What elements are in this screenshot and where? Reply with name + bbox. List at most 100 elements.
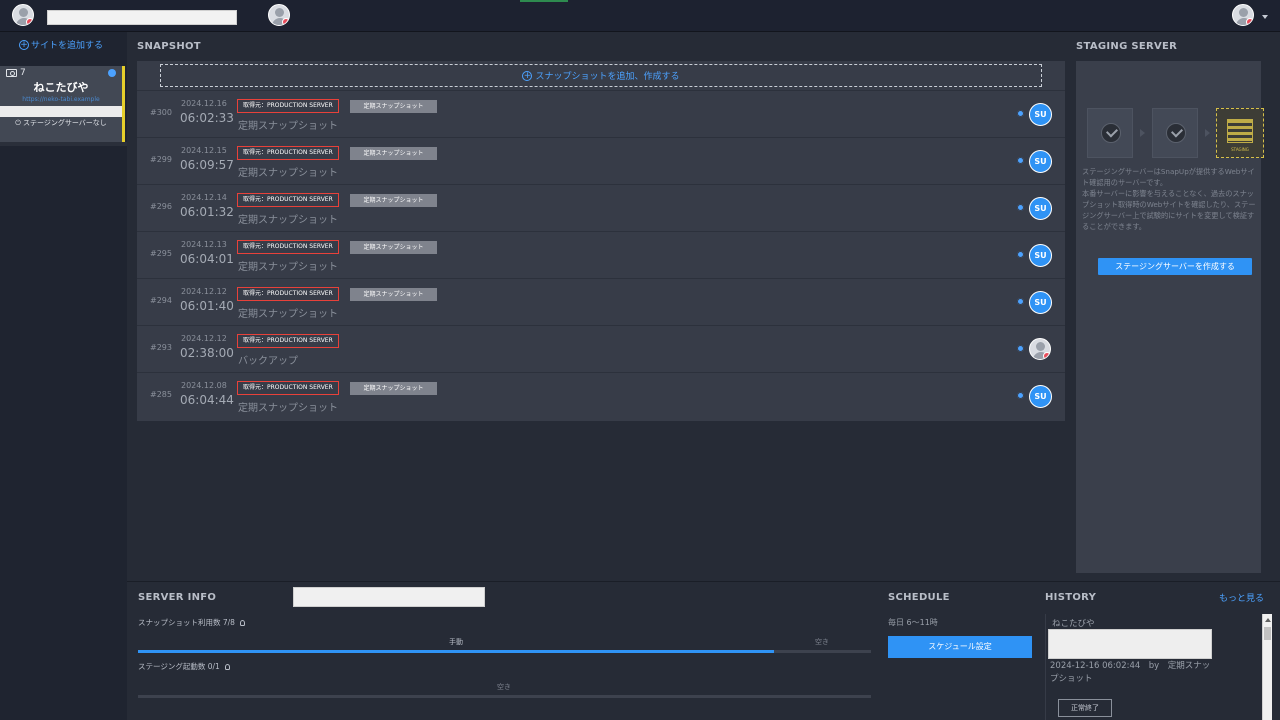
user-badge[interactable]: SU bbox=[1029, 385, 1052, 408]
snapshot-used-text: 手動 bbox=[449, 638, 463, 646]
scroll-thumb[interactable] bbox=[1264, 627, 1271, 640]
snapshot-free-text: 空き bbox=[815, 638, 829, 646]
snapshot-type-tag: 定期スナップショット bbox=[350, 382, 437, 395]
snapshot-row[interactable]: #294 2024.12.12 06:01:40 取得元：PRODUCTION SER… bbox=[137, 278, 1065, 325]
staging-usage-label: ステージング起動数 0/1 bbox=[138, 661, 230, 672]
snapshot-type-tag: 定期スナップショット bbox=[350, 147, 437, 160]
snapshot-number: #293 bbox=[150, 343, 172, 352]
lightbulb-icon[interactable] bbox=[239, 619, 245, 626]
staging-status-label: ステージングサーバーなし bbox=[22, 119, 107, 127]
more-history-link[interactable]: もっと見る bbox=[1219, 591, 1264, 604]
snapshot-time: 02:38:00 bbox=[180, 346, 234, 360]
staging-usage-bar bbox=[138, 695, 871, 698]
arrow-right-icon bbox=[1140, 129, 1145, 137]
user-badge[interactable]: SU bbox=[1029, 103, 1052, 126]
site-redacted-field bbox=[0, 106, 122, 117]
snapshot-type-tag: 定期スナップショット bbox=[350, 288, 437, 301]
gear-icon[interactable] bbox=[1017, 345, 1024, 352]
site-url[interactable]: https://neko-tabi.example bbox=[0, 96, 122, 103]
snapshot-row[interactable]: #299 2024.12.15 06:09:57 取得元：PRODUCTION SER… bbox=[137, 137, 1065, 184]
app-avatar-icon[interactable] bbox=[12, 4, 34, 26]
snapshot-usage-text: スナップショット利用数 7/8 bbox=[138, 618, 235, 627]
snapshot-number: #300 bbox=[150, 108, 172, 117]
snapshot-date: 2024.12.12 bbox=[181, 334, 227, 343]
add-site-link[interactable]: + サイトを追加する bbox=[19, 38, 103, 51]
notification-dot bbox=[26, 18, 33, 25]
snapshot-usage-fill bbox=[138, 650, 775, 653]
lightbulb-icon[interactable] bbox=[224, 663, 230, 670]
source-tag: 取得元：PRODUCTION SERVER bbox=[237, 334, 339, 348]
gear-icon[interactable] bbox=[1017, 157, 1024, 164]
snapshot-number: #294 bbox=[150, 296, 172, 305]
snapshot-label: 定期スナップショット bbox=[238, 403, 338, 414]
source-tag: 取得元：PRODUCTION SERVER bbox=[237, 381, 339, 395]
add-snapshot-button[interactable]: + スナップショットを追加、作成する bbox=[160, 64, 1042, 87]
snapshot-row[interactable]: #300 2024.12.16 06:02:33 取得元：PRODUCTION SER… bbox=[137, 90, 1065, 137]
snapshot-number: #285 bbox=[150, 390, 172, 399]
snapshot-date: 2024.12.13 bbox=[181, 240, 227, 249]
chevron-down-icon[interactable] bbox=[1262, 15, 1268, 19]
snapshot-label: 定期スナップショット bbox=[238, 168, 338, 179]
snapshot-date: 2024.12.16 bbox=[181, 99, 227, 108]
gear-icon[interactable] bbox=[1017, 298, 1024, 305]
notification-dot bbox=[1043, 352, 1050, 359]
snapshot-time: 06:04:44 bbox=[180, 393, 234, 407]
schedule-settings-button[interactable]: スケジュール設定 bbox=[888, 636, 1032, 658]
snapshot-row[interactable]: #296 2024.12.14 06:01:32 取得元：PRODUCTION SER… bbox=[137, 184, 1065, 231]
staging-description: ステージングサーバーはSnapUpが提供するWebサイト確認用のサーバーです。 … bbox=[1082, 166, 1257, 232]
gear-icon[interactable] bbox=[1017, 392, 1024, 399]
snapshot-usage-label: スナップショット利用数 7/8 bbox=[138, 617, 245, 628]
history-title: HISTORY bbox=[1045, 592, 1097, 603]
staging-status: ⏻ ステージングサーバーなし bbox=[15, 119, 107, 127]
history-entry: 2024-12-16 06:02:44 by 定期スナップショット bbox=[1050, 661, 1211, 684]
history-scrollbar[interactable] bbox=[1262, 614, 1272, 720]
snapshot-type-tag: 定期スナップショット bbox=[350, 100, 437, 113]
site-card[interactable]: 7 ねこたびや https://neko-tabi.example ⏻ ステージ… bbox=[0, 66, 125, 142]
gear-icon[interactable] bbox=[1017, 110, 1024, 117]
snapshot-type-tag: 定期スナップショット bbox=[350, 241, 437, 254]
user-badge[interactable]: SU bbox=[1029, 291, 1052, 314]
site-avatar-icon[interactable] bbox=[268, 4, 290, 26]
site-selector-field[interactable] bbox=[47, 10, 237, 25]
plus-circle-icon: + bbox=[19, 39, 29, 50]
staging-title: STAGING SERVER bbox=[1076, 41, 1178, 52]
notification-dot bbox=[282, 18, 289, 25]
add-site-label: サイトを追加する bbox=[31, 41, 104, 51]
history-status-badge[interactable]: 正常終了 bbox=[1058, 699, 1112, 717]
snapshot-date: 2024.12.15 bbox=[181, 146, 227, 155]
source-tag: 取得元：PRODUCTION SERVER bbox=[237, 99, 339, 113]
create-staging-button[interactable]: ステージングサーバーを作成する bbox=[1098, 258, 1252, 275]
snapshot-row[interactable]: #295 2024.12.13 06:04:01 取得元：PRODUCTION SER… bbox=[137, 231, 1065, 278]
snapshot-count: 7 bbox=[20, 68, 26, 78]
gear-icon[interactable] bbox=[108, 69, 116, 77]
snapshot-date: 2024.12.12 bbox=[181, 287, 227, 296]
scroll-up-icon[interactable] bbox=[1265, 618, 1271, 622]
snapshot-number: #296 bbox=[150, 202, 172, 211]
schedule-title: SCHEDULE bbox=[888, 592, 950, 603]
top-bar bbox=[0, 0, 1280, 32]
source-tag: 取得元：PRODUCTION SERVER bbox=[237, 287, 339, 301]
gear-icon[interactable] bbox=[1017, 204, 1024, 211]
server-name-field[interactable] bbox=[293, 587, 485, 607]
snapshot-date: 2024.12.08 bbox=[181, 381, 227, 390]
add-snapshot-label: スナップショットを追加、作成する bbox=[535, 72, 680, 82]
snapshot-number: #295 bbox=[150, 249, 172, 258]
staging-desc-1: ステージングサーバーはSnapUpが提供するWebサイト確認用のサーバーです。 bbox=[1082, 167, 1255, 187]
user-avatar-icon[interactable] bbox=[1232, 4, 1254, 26]
snapshot-row[interactable]: #285 2024.12.08 06:04:44 取得元：PRODUCTION SER… bbox=[137, 372, 1065, 419]
snapshot-label: 定期スナップショット bbox=[238, 309, 338, 320]
user-avatar-icon[interactable] bbox=[1029, 338, 1051, 360]
snapshot-time: 06:09:57 bbox=[180, 158, 234, 172]
snapshot-time: 06:01:40 bbox=[180, 299, 234, 313]
gear-icon[interactable] bbox=[1017, 251, 1024, 258]
sidebar: + サイトを追加する 7 ねこたびや https://neko-tabi.exa… bbox=[0, 32, 127, 720]
snapshot-number: #299 bbox=[150, 155, 172, 164]
source-tag: 取得元：PRODUCTION SERVER bbox=[237, 240, 339, 254]
history-redacted-field bbox=[1048, 629, 1212, 659]
snapshot-server-icon bbox=[1152, 108, 1198, 158]
user-badge[interactable]: SU bbox=[1029, 197, 1052, 220]
user-badge[interactable]: SU bbox=[1029, 150, 1052, 173]
user-badge[interactable]: SU bbox=[1029, 244, 1052, 267]
snapshot-title: SNAPSHOT bbox=[137, 41, 201, 52]
snapshot-row[interactable]: #293 2024.12.12 02:38:00 取得元：PRODUCTION SER… bbox=[137, 325, 1065, 372]
